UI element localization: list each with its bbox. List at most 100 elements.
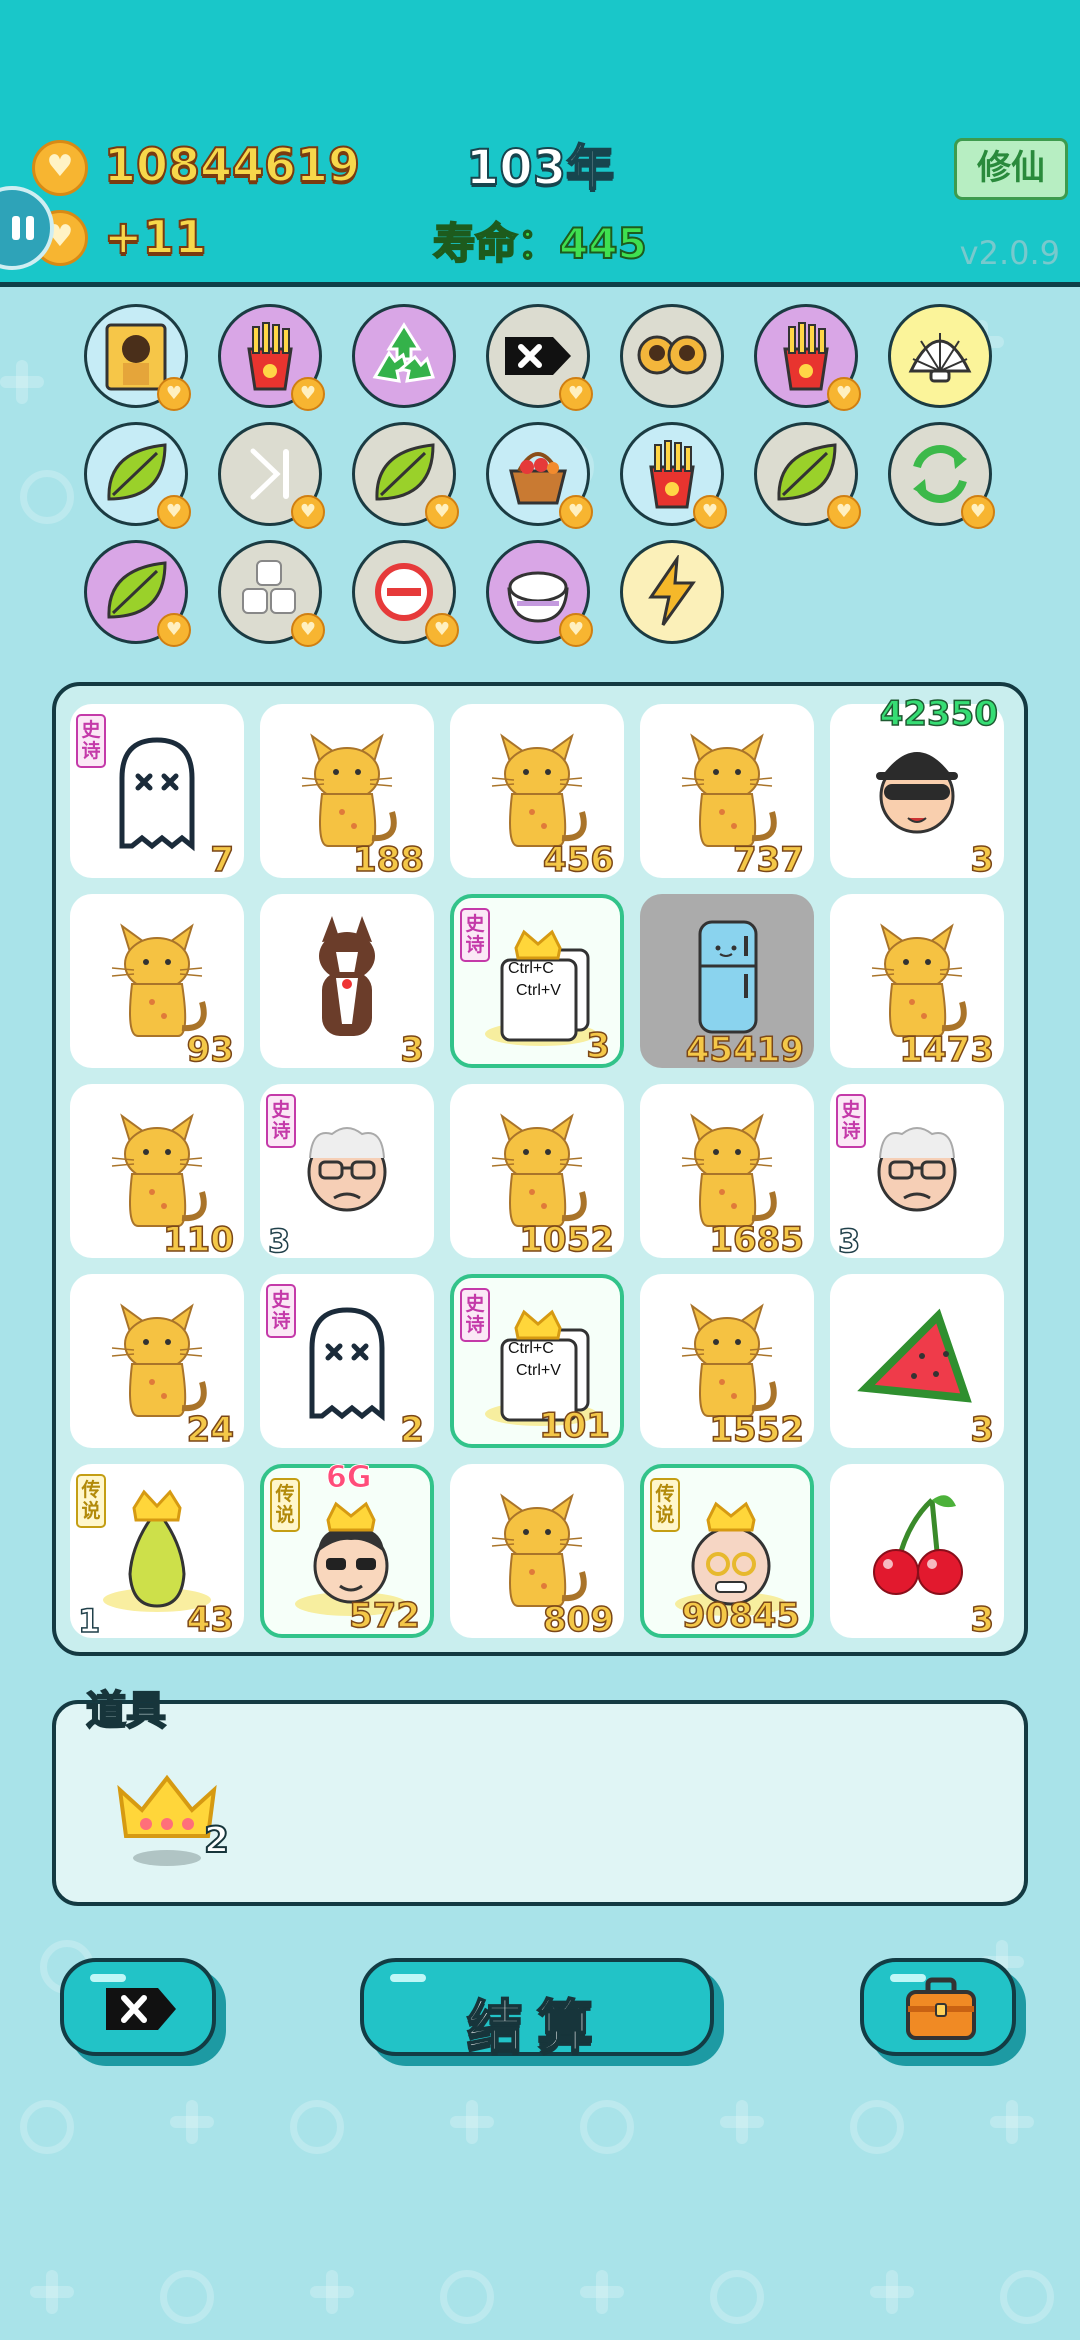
slot-cell-dog[interactable]: 3 — [260, 894, 434, 1071]
skill-leaf[interactable]: ♥ — [84, 540, 191, 647]
top-status-bar: 10844619 +11 103年 寿命：445 修仙 v2.0.9 — [0, 0, 1080, 287]
skill-basket[interactable]: ♥ — [486, 422, 593, 529]
cat-icon — [111, 1303, 207, 1417]
cat-icon — [491, 733, 587, 847]
cell-count: 3 — [970, 839, 995, 881]
slot-cell-cat[interactable]: 1052 — [450, 1084, 624, 1261]
slot-cell-watermelon[interactable]: 3 — [830, 1274, 1004, 1451]
cell-count: 188 — [352, 839, 424, 881]
skill-fries[interactable]: ♥ — [218, 304, 325, 411]
heart-coin-badge: ♥ — [559, 613, 593, 647]
version-label: v2.0.9 — [959, 234, 1060, 272]
skill-lightning[interactable] — [620, 540, 724, 644]
heart-coin-badge: ♥ — [157, 377, 191, 411]
slot-cell-cat[interactable]: 1685 — [640, 1084, 814, 1261]
slot-cell-grandpa[interactable]: 史诗 3 — [830, 1084, 1004, 1261]
slot-cell-cat[interactable]: 1473 — [830, 894, 1004, 1071]
cat-icon — [681, 733, 777, 847]
rarity-tag: 史诗 — [460, 908, 490, 962]
skill-minus[interactable]: ♥ — [352, 540, 459, 647]
ghost-icon — [119, 737, 195, 852]
cat-icon — [111, 923, 207, 1037]
skill-cat-pair[interactable] — [620, 304, 724, 408]
cell-count: 90845 — [681, 1595, 801, 1637]
skill-leaf[interactable]: ♥ — [754, 422, 861, 529]
slot-cell-fridge[interactable]: 45419 — [640, 894, 814, 1071]
cat-icon — [491, 1113, 587, 1227]
slot-cell-cherry[interactable]: 3 — [830, 1464, 1004, 1641]
slot-cell-cat[interactable]: 456 — [450, 704, 624, 881]
heart-coin-badge: ♥ — [425, 613, 459, 647]
heart-coin-badge: ♥ — [693, 495, 727, 529]
lifespan-display: 寿命：445 — [432, 218, 648, 269]
cat-icon — [681, 1113, 777, 1227]
slot-cell-cat[interactable]: 809 — [450, 1464, 624, 1641]
watermelon-icon — [857, 1308, 972, 1403]
props-title: 道具 — [85, 1687, 167, 1735]
cultivate-button[interactable]: 修仙 — [954, 138, 1068, 200]
cell-count: 2 — [400, 1409, 425, 1451]
lightning-icon — [648, 555, 696, 626]
cell-count: 93 — [186, 1029, 235, 1071]
heart-coin-badge: ♥ — [827, 495, 861, 529]
cell-count: 7 — [210, 839, 235, 881]
slot-cell-thief[interactable]: 42350 3 — [830, 693, 1004, 881]
cell-count: 3 — [586, 1025, 611, 1067]
slot-cell-pear-king[interactable]: 传说 43 1 — [70, 1464, 244, 1641]
shell-icon — [908, 333, 972, 383]
settle-label: 结算 — [466, 1994, 607, 2061]
skill-cat-photo[interactable]: ♥ — [84, 304, 191, 411]
slot-cell-cat[interactable]: 737 — [640, 704, 814, 881]
skill-recycle[interactable] — [352, 304, 456, 408]
cell-left-count: 3 — [267, 1221, 291, 1261]
cell-count: 572 — [348, 1595, 420, 1637]
rarity-tag: 史诗 — [266, 1284, 296, 1338]
rarity-tag: 史诗 — [460, 1288, 490, 1342]
skill-shell[interactable] — [888, 304, 992, 408]
cell-count: 1552 — [709, 1409, 805, 1451]
slot-cell-ghost[interactable]: 史诗 7 — [70, 704, 244, 881]
cell-count: 110 — [162, 1219, 234, 1261]
skill-skip[interactable]: ♥ — [218, 422, 325, 529]
skill-delete-tag[interactable]: ♥ — [486, 304, 593, 411]
heart-coin-badge: ♥ — [291, 495, 325, 529]
cell-count: 1052 — [519, 1219, 615, 1261]
cat-icon — [681, 1303, 777, 1417]
slot-cell-cat[interactable]: 1552 — [640, 1274, 814, 1451]
rarity-tag: 史诗 — [836, 1094, 866, 1148]
skill-refresh[interactable]: ♥ — [888, 422, 995, 529]
bag-button[interactable] — [860, 1958, 1016, 2056]
slot-cell-cat[interactable]: 110 — [70, 1084, 244, 1261]
heart-coin-badge: ♥ — [961, 495, 995, 529]
slot-cell-cat[interactable]: 93 — [70, 894, 244, 1071]
rarity-tag: 传说 — [270, 1478, 300, 1532]
cell-count: 1473 — [899, 1029, 995, 1071]
skill-rice[interactable]: ♥ — [486, 540, 593, 647]
cell-count: 43 — [186, 1599, 235, 1641]
thief-icon — [876, 752, 958, 834]
slot-cell-cat[interactable]: 188 — [260, 704, 434, 881]
skill-fries[interactable]: ♥ — [754, 304, 861, 411]
heart-coin-badge: ♥ — [291, 377, 325, 411]
skill-fries[interactable]: ♥ — [620, 422, 727, 529]
slot-cell-ctrl-cv[interactable]: Ctrl+C Ctrl+V 史诗 101 — [450, 1274, 624, 1448]
settle-button[interactable]: 结算 — [360, 1958, 714, 2061]
slot-cell-old-king[interactable]: 传说 90845 — [640, 1464, 814, 1638]
slot-cell-cool-king[interactable]: 传说 6G 572 — [260, 1460, 434, 1638]
slot-cell-cat[interactable]: 24 — [70, 1274, 244, 1451]
slot-cell-grandpa[interactable]: 史诗 3 — [260, 1084, 434, 1261]
briefcase-icon — [906, 1977, 976, 2040]
rarity-tag: 传说 — [76, 1474, 106, 1528]
slot-cell-ctrl-cv[interactable]: Ctrl+C Ctrl+V 史诗 3 — [450, 894, 624, 1068]
skill-leaf[interactable]: ♥ — [84, 422, 191, 529]
cell-count: 101 — [538, 1405, 610, 1447]
remove-button[interactable] — [60, 1958, 216, 2056]
label-6g: 6G — [326, 1460, 372, 1496]
cat-icon — [871, 923, 967, 1037]
cell-count: 809 — [542, 1599, 614, 1641]
cell-count: 3 — [970, 1599, 995, 1641]
skill-blocks[interactable]: ♥ — [218, 540, 325, 647]
skill-leaf[interactable]: ♥ — [352, 422, 459, 529]
cell-top-count: 42350 — [879, 693, 999, 735]
slot-cell-ghost[interactable]: 史诗 2 — [260, 1274, 434, 1451]
